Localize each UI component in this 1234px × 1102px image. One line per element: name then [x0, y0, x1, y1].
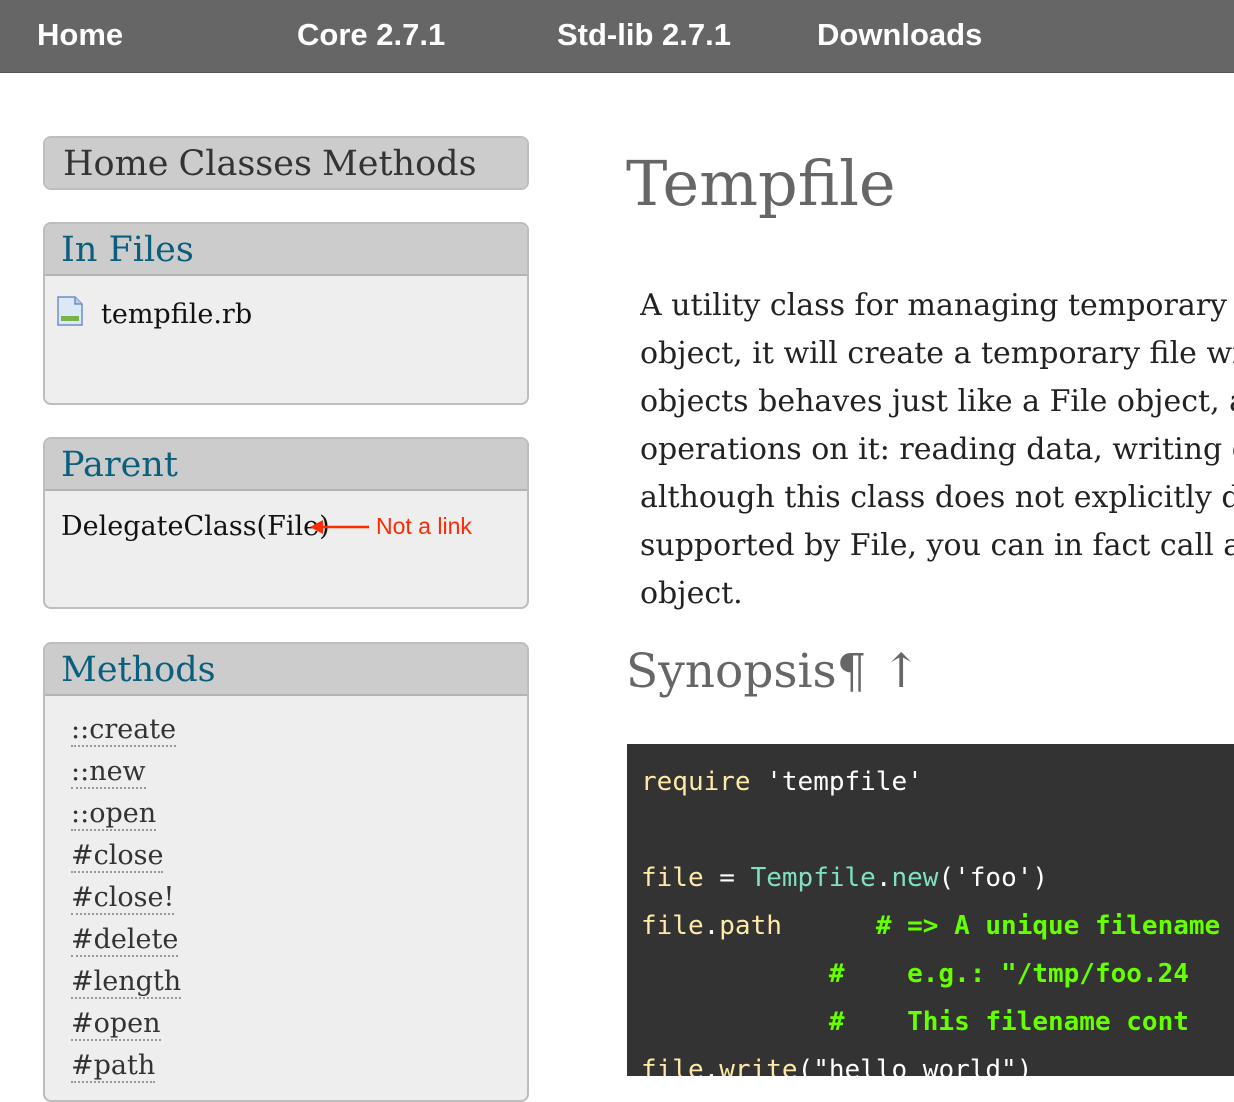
code-args: ('foo')	[938, 863, 1049, 893]
code-op: =	[703, 863, 751, 893]
parent-heading: Parent	[45, 439, 527, 491]
in-files-panel: In Files tempfile.rb	[43, 222, 529, 405]
code-text: require 'tempfile' file = Tempfile.new('…	[641, 758, 1220, 1076]
code-comment: # => A unique filename	[875, 911, 1221, 941]
method-link-close[interactable]: #close	[71, 840, 181, 882]
method-link-path[interactable]: #path	[71, 1050, 181, 1092]
file-link[interactable]: tempfile.rb	[101, 298, 252, 332]
parent-panel: Parent DelegateClass(File) Not a link	[43, 437, 529, 609]
nav-core-link[interactable]: Core 2.7.1	[297, 16, 445, 54]
code-var: file	[641, 911, 704, 941]
code-class: Tempfile	[750, 863, 876, 893]
sidebar-classes-link[interactable]: Classes	[179, 144, 312, 184]
code-dot: .	[703, 1055, 720, 1076]
method-link-delete[interactable]: #delete	[71, 924, 181, 966]
code-method: path	[719, 911, 782, 941]
method-link-create[interactable]: ::create	[71, 714, 181, 756]
description-line: A utility class for managing temporary f…	[640, 288, 1234, 323]
nav-stdlib-link[interactable]: Std-lib 2.7.1	[557, 16, 731, 54]
method-link-new[interactable]: ::new	[71, 756, 181, 798]
description-line: supported by File, you can in fact call …	[640, 528, 1234, 563]
description-line: although this class does not explicitly …	[640, 480, 1234, 515]
method-link-close-bang[interactable]: #close!	[71, 882, 181, 924]
code-dot: .	[703, 911, 720, 941]
page-title: Tempfile	[626, 147, 896, 220]
class-description: A utility class for managing temporary f…	[640, 282, 1234, 618]
code-keyword: require	[641, 767, 751, 797]
methods-heading: Methods	[45, 644, 527, 696]
code-method: new	[891, 863, 939, 893]
annotation-label: Not a link	[376, 513, 472, 539]
annotation-arrow-icon	[310, 520, 369, 534]
description-line: objects behaves just like a File object,…	[640, 384, 1234, 419]
code-string: 'tempfile'	[750, 767, 923, 797]
methods-list: ::create ::new ::open #close #close! #de…	[71, 714, 182, 1092]
methods-panel: Methods ::create ::new ::open #close #cl…	[43, 642, 529, 1102]
description-line: object, it will create a temporary file …	[640, 336, 1234, 371]
code-dot: .	[875, 863, 892, 893]
description-line: object.	[640, 576, 743, 611]
synopsis-heading: Synopsis¶ ↑	[626, 644, 921, 699]
method-link-length[interactable]: #length	[71, 966, 182, 1008]
method-link-open-class[interactable]: ::open	[71, 798, 181, 840]
in-files-heading: In Files	[45, 224, 527, 276]
parent-class-text: DelegateClass(File)	[61, 511, 330, 542]
code-var: file	[641, 863, 704, 893]
code-comment: # e.g.: "/tmp/foo.24	[828, 959, 1189, 989]
code-args: ("hello world")	[797, 1055, 1033, 1076]
home-classes-methods-panel: Home Classes Methods	[43, 136, 529, 190]
code-comment: # This filename cont	[828, 1007, 1189, 1037]
code-var: file	[641, 1055, 704, 1076]
top-nav: Home Core 2.7.1 Std-lib 2.7.1 Downloads	[0, 0, 1234, 73]
sidebar-methods-link[interactable]: Methods	[322, 144, 477, 184]
code-method: write	[719, 1055, 798, 1076]
top-links: Home Classes Methods	[45, 138, 527, 188]
code-block: require 'tempfile' file = Tempfile.new('…	[627, 744, 1234, 1076]
sidebar-home-link[interactable]: Home	[63, 144, 169, 184]
nav-home-link[interactable]: Home	[37, 16, 123, 54]
method-link-open[interactable]: #open	[71, 1008, 181, 1050]
file-icon	[57, 296, 83, 326]
description-line: operations on it: reading data, writing …	[640, 432, 1234, 467]
nav-downloads-link[interactable]: Downloads	[817, 16, 982, 54]
